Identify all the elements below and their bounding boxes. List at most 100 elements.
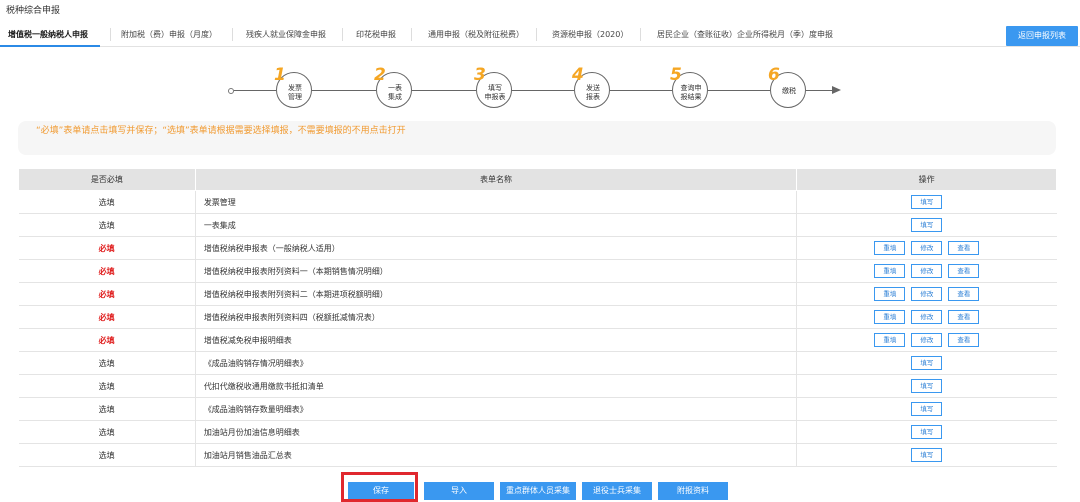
row-operations: 填写 [796, 420, 1057, 444]
row-operations: 重填 修改 查看 [796, 305, 1057, 329]
step-connector [312, 90, 376, 91]
tab-vat-general[interactable]: 增值税一般纳税人申报 [8, 29, 88, 40]
tab-general-declaration[interactable]: 通用申报（税及附征税费） [428, 29, 524, 40]
required-status: 选填 [18, 190, 196, 214]
column-header-required: 是否必填 [18, 168, 196, 191]
refill-button[interactable]: 重填 [874, 241, 906, 255]
step-number: 4 [572, 65, 584, 85]
tab-divider [640, 28, 641, 41]
form-name: 增值税纳税申报表（一般纳税人适用） [195, 236, 798, 260]
form-name: 增值税纳税申报表附列资料一（本期销售情况明细） [195, 259, 798, 283]
view-button[interactable]: 查看 [948, 264, 980, 278]
table-row: 必填 增值税纳税申报表附列资料二（本期进项税额明细） 重填 修改 查看 [18, 282, 1057, 306]
fill-button[interactable]: 填写 [911, 448, 943, 462]
page-title: 税种综合申报 [6, 6, 61, 16]
required-status: 选填 [18, 213, 196, 237]
fill-button[interactable]: 填写 [911, 195, 943, 209]
fill-button[interactable]: 填写 [911, 425, 943, 439]
step-number: 6 [768, 65, 780, 85]
table-header-row: 是否必填 表单名称 操作 [18, 168, 1057, 191]
row-operations: 填写 [796, 374, 1057, 398]
step-fill-return[interactable]: 3 填写 申报表 [474, 65, 512, 108]
refill-button[interactable]: 重填 [874, 310, 906, 324]
step-send-return[interactable]: 4 发送 报表 [572, 65, 610, 108]
required-status: 选填 [18, 351, 196, 375]
modify-button[interactable]: 修改 [911, 310, 943, 324]
form-name: 代扣代缴税收通用缴款书抵扣清单 [195, 374, 798, 398]
refill-button[interactable]: 重填 [874, 287, 906, 301]
refill-button[interactable]: 重填 [874, 333, 906, 347]
key-group-collection-button[interactable]: 重点群体人员采集 [500, 482, 576, 500]
row-operations: 填写 [796, 397, 1057, 421]
step-query-result[interactable]: 5 查询申 报结果 [670, 65, 708, 108]
tab-corporate-income-tax[interactable]: 居民企业（查账征收）企业所得税月（季）度申报 [657, 29, 833, 40]
fill-button[interactable]: 填写 [911, 379, 943, 393]
modify-button[interactable]: 修改 [911, 241, 943, 255]
step-label: 发票 管理 [288, 84, 302, 101]
column-header-form-name: 表单名称 [194, 168, 798, 191]
fill-button[interactable]: 填写 [911, 356, 943, 370]
tab-divider [536, 28, 537, 41]
save-highlight-box [341, 472, 418, 502]
form-name: 《成品油购销存情况明细表》 [195, 351, 798, 375]
tab-stamp-tax[interactable]: 印花税申报 [356, 29, 396, 40]
step-connector [234, 90, 276, 91]
step-number: 5 [670, 65, 682, 85]
active-tab-indicator [0, 45, 100, 47]
view-button[interactable]: 查看 [948, 287, 980, 301]
step-connector [512, 90, 574, 91]
required-status: 选填 [18, 374, 196, 398]
step-number: 2 [374, 65, 386, 85]
view-button[interactable]: 查看 [948, 333, 980, 347]
view-button[interactable]: 查看 [948, 310, 980, 324]
table-row: 选填 加油站月份加油信息明细表 填写 [18, 420, 1057, 444]
attachment-button[interactable]: 附报资料 [658, 482, 728, 500]
fill-button[interactable]: 填写 [911, 218, 943, 232]
form-name: 加油站月份加油信息明细表 [195, 420, 798, 444]
import-button[interactable]: 导入 [424, 482, 494, 500]
arrow-right-icon [832, 86, 841, 94]
step-number: 1 [274, 65, 286, 85]
return-declaration-list-button[interactable]: 返回申报列表 [1006, 26, 1078, 46]
row-operations: 填写 [796, 190, 1057, 214]
fill-button[interactable]: 填写 [911, 402, 943, 416]
table-row: 选填 代扣代缴税收通用缴款书抵扣清单 填写 [18, 374, 1057, 398]
tab-disability-fund[interactable]: 残疾人就业保障金申报 [246, 29, 326, 40]
refill-button[interactable]: 重填 [874, 264, 906, 278]
required-status: 选填 [18, 443, 196, 467]
row-operations: 填写 [796, 351, 1057, 375]
tab-divider [232, 28, 233, 41]
step-label: 一表 集成 [388, 84, 402, 101]
required-status: 选填 [18, 420, 196, 444]
step-label: 填写 申报表 [484, 84, 506, 101]
table-row: 选填 一表集成 填写 [18, 213, 1057, 237]
tab-resource-tax[interactable]: 资源税申报（2020） [552, 29, 628, 40]
step-invoice-management[interactable]: 1 发票 管理 [274, 65, 312, 108]
steps-start-circle [228, 88, 234, 94]
step-connector [412, 90, 476, 91]
step-label: 缴税 [782, 87, 796, 95]
step-pay-tax[interactable]: 6 缴税 [768, 65, 806, 108]
modify-button[interactable]: 修改 [911, 333, 943, 347]
step-connector [806, 90, 833, 91]
row-operations: 填写 [796, 213, 1057, 237]
form-name: 增值税纳税申报表附列资料二（本期进项税额明细） [195, 282, 798, 306]
tab-bar: 增值税一般纳税人申报 附加税（费）申报（月度） 残疾人就业保障金申报 印花税申报… [0, 23, 1080, 47]
form-name: 一表集成 [195, 213, 798, 237]
form-name: 加油站月销售油品汇总表 [195, 443, 798, 467]
view-button[interactable]: 查看 [948, 241, 980, 255]
table-row: 必填 增值税纳税申报表附列资料四（税额抵减情况表） 重填 修改 查看 [18, 305, 1057, 329]
table-row: 选填 《成品油购销存情况明细表》 填写 [18, 351, 1057, 375]
tab-surcharge[interactable]: 附加税（费）申报（月度） [121, 29, 217, 40]
form-name: 发票管理 [195, 190, 798, 214]
modify-button[interactable]: 修改 [911, 287, 943, 301]
row-operations: 重填 修改 查看 [796, 236, 1057, 260]
required-status: 必填 [18, 328, 196, 352]
step-one-table-integration[interactable]: 2 一表 集成 [374, 65, 412, 108]
forms-table: 是否必填 表单名称 操作 选填 发票管理 填写 选填 一表集成 填写 必填 增值税纳税申报表（… [18, 168, 1057, 467]
form-name: 增值税减免税申报明细表 [195, 328, 798, 352]
modify-button[interactable]: 修改 [911, 264, 943, 278]
step-connector [610, 90, 672, 91]
form-name: 《成品油购销存数量明细表》 [195, 397, 798, 421]
veteran-collection-button[interactable]: 退役士兵采集 [582, 482, 652, 500]
